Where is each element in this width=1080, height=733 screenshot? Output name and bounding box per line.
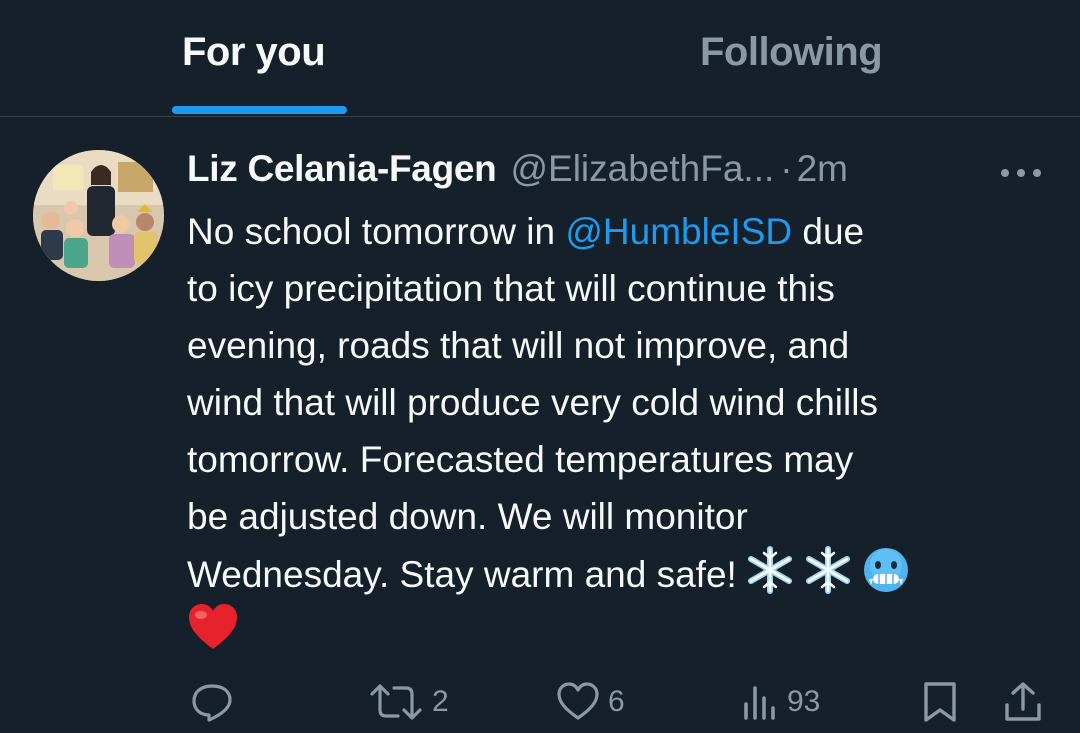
retweet-icon	[370, 684, 422, 720]
snowflake-icon	[803, 545, 853, 611]
post-time[interactable]: 2m	[797, 148, 848, 190]
author-name[interactable]: Liz Celania-Fagen	[187, 148, 497, 190]
tweet-line: be adjusted down. We will monitor	[187, 496, 748, 537]
like-count: 6	[608, 685, 625, 718]
tweet-line	[187, 602, 1067, 659]
like-button[interactable]: 6	[556, 682, 625, 722]
views-button[interactable]: 93	[741, 682, 820, 722]
tweet-header: Liz Celania-Fagen @ElizabethFa... · 2m	[187, 148, 848, 196]
tweet-text: No school tomorrow in @HumbleISD due to …	[187, 203, 1067, 659]
separator-dot: ·	[780, 148, 793, 189]
bookmark-button[interactable]	[920, 682, 960, 722]
timeline-tabs: For you Following	[0, 0, 1080, 117]
tab-following[interactable]: Following	[700, 30, 883, 80]
text-segment: No school tomorrow in	[187, 211, 566, 252]
red-heart-icon	[187, 603, 239, 667]
views-icon	[744, 686, 775, 720]
tweet-line: No school tomorrow in @HumbleISD due	[187, 203, 1067, 260]
reply-button[interactable]	[190, 682, 242, 722]
retweet-count: 2	[432, 685, 449, 718]
tweet-line: to icy precipitation that will continue …	[187, 268, 835, 309]
snowflake-icon	[745, 545, 795, 611]
reply-icon	[192, 684, 232, 722]
tweet-line: tomorrow. Forecasted temperatures may	[187, 439, 854, 480]
mention-link[interactable]: @HumbleISD	[565, 211, 792, 252]
share-button[interactable]	[1003, 682, 1043, 722]
text-segment: Wednesday. Stay warm and safe!	[187, 554, 737, 595]
heart-icon	[557, 682, 599, 720]
cold-face-icon	[861, 545, 911, 611]
tweet-line: Wednesday. Stay warm and safe!	[187, 545, 1067, 602]
tweet-line: wind that will produce very cold wind ch…	[187, 382, 878, 423]
tweet-actions: 2 6 93	[0, 672, 1080, 732]
tweet-line: evening, roads that will not improve, an…	[187, 325, 850, 366]
avatar-image	[33, 150, 164, 281]
text-segment: due	[792, 211, 865, 252]
avatar[interactable]	[33, 150, 164, 281]
retweet-button[interactable]: 2	[368, 682, 449, 722]
more-options-icon[interactable]	[1001, 168, 1041, 178]
tab-for-you[interactable]: For you	[182, 30, 326, 80]
views-count: 93	[787, 685, 821, 718]
active-tab-indicator	[172, 106, 347, 114]
bookmark-icon	[924, 682, 956, 722]
author-handle[interactable]: @ElizabethFa...	[510, 148, 774, 190]
share-icon	[1005, 682, 1041, 721]
